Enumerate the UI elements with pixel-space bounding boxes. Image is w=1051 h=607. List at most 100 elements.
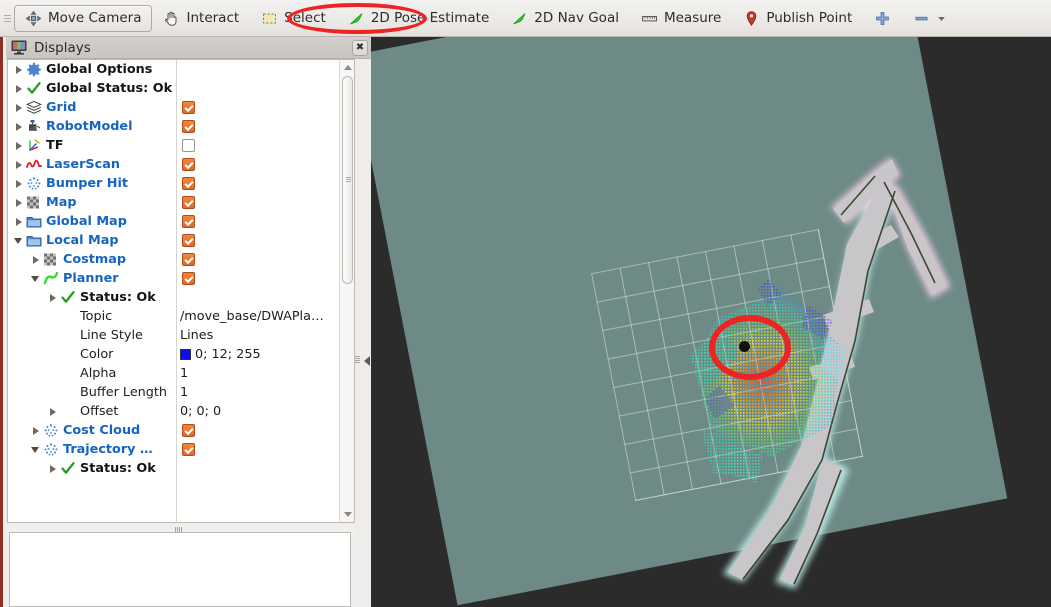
dock-splitter-grip[interactable] (355, 356, 360, 363)
expand-arrow-closed-icon[interactable] (14, 141, 23, 150)
3d-render-viewport[interactable] (371, 37, 1051, 607)
expand-arrow-closed-icon[interactable] (48, 293, 57, 302)
visibility-checkbox[interactable] (182, 424, 195, 437)
expand-arrow-closed-icon[interactable] (31, 255, 40, 264)
tree-row[interactable]: Offset 0; 0; 0 (8, 402, 341, 421)
tool-2d-nav-goal[interactable]: 2D Nav Goal (500, 5, 630, 32)
tree-vertical-scrollbar[interactable] (339, 60, 354, 522)
tree-row[interactable]: Alpha 1 (8, 364, 341, 383)
tree-row-value[interactable]: 1 (180, 366, 188, 381)
visibility-checkbox[interactable] (182, 196, 195, 209)
ruler-icon (641, 15, 657, 21)
tool-move-camera[interactable]: Move Camera (14, 4, 153, 32)
path-icon (43, 271, 59, 286)
expand-arrow-closed-icon[interactable] (14, 179, 23, 188)
tree-row[interactable]: Status: Ok (8, 288, 341, 307)
visibility-checkbox[interactable] (182, 120, 195, 133)
tool-2d-nav-goal-label: 2D Nav Goal (534, 10, 619, 26)
tree-row-label: Trajectory … (63, 442, 153, 457)
visibility-checkbox[interactable] (182, 158, 195, 171)
tree-row-label: Bumper Hit (46, 176, 129, 191)
tree-row-value[interactable]: /move_base/DWAPla… (180, 309, 324, 324)
tool-interact[interactable]: Interact (152, 5, 250, 32)
tree-row[interactable]: Trajectory … (8, 440, 341, 459)
tree-row[interactable]: RobotModel (8, 117, 341, 136)
visibility-checkbox[interactable] (182, 101, 195, 114)
tree-row[interactable]: Bumper Hit (8, 174, 341, 193)
visibility-checkbox[interactable] (182, 177, 195, 190)
expand-arrow-open-icon[interactable] (31, 274, 40, 283)
tool-measure[interactable]: Measure (630, 5, 732, 32)
tree-row[interactable]: Color 0; 12; 255 (8, 345, 341, 364)
tool-publish-point[interactable]: Publish Point (732, 5, 863, 32)
tree-row[interactable]: Costmap (8, 250, 341, 269)
tree-row[interactable]: Cost Cloud (8, 421, 341, 440)
displays-tree[interactable]: Global Options Global Status: Ok Grid Robot… (7, 59, 355, 523)
tool-measure-label: Measure (663, 10, 722, 26)
tree-row-value[interactable]: 0; 12; 255 (180, 347, 261, 362)
tree-row[interactable]: Map (8, 193, 341, 212)
expand-arrow-closed-icon[interactable] (14, 103, 23, 112)
tree-row[interactable]: Grid (8, 98, 341, 117)
expand-arrow-closed-icon[interactable] (48, 464, 57, 473)
move-camera-icon (25, 10, 42, 26)
tree-row-label: Global Map (46, 214, 127, 229)
visibility-checkbox[interactable] (182, 443, 195, 456)
tree-row-label: Alpha (80, 366, 117, 381)
visibility-checkbox[interactable] (182, 215, 195, 228)
tool-remove-tool-button[interactable] (902, 5, 958, 32)
tree-no-icon (60, 309, 76, 324)
visibility-checkbox[interactable] (182, 272, 195, 285)
scroll-up-arrow-icon[interactable] (341, 61, 354, 74)
tree-row[interactable]: Planner (8, 269, 341, 288)
visibility-checkbox[interactable] (182, 253, 195, 266)
expand-arrow-open-icon[interactable] (31, 445, 40, 454)
tree-row[interactable]: Topic/move_base/DWAPla… (8, 307, 341, 326)
pointcloud-icon (26, 176, 42, 191)
vertical-scrollbar-thumb[interactable] (342, 76, 353, 284)
scroll-down-arrow-icon[interactable] (341, 508, 354, 521)
tree-no-arrow (48, 312, 57, 321)
visibility-checkbox[interactable] (182, 234, 195, 247)
chevron-down-icon[interactable] (936, 13, 947, 24)
green-arrow-icon (513, 12, 526, 24)
tree-rows-container: Global Options Global Status: Ok Grid Robot… (8, 60, 341, 522)
tree-row-label: Topic (80, 309, 113, 324)
tree-no-arrow (48, 331, 57, 340)
tool-add-tool-button[interactable] (863, 5, 902, 32)
toolbar-drag-handle[interactable] (4, 7, 11, 29)
color-swatch[interactable] (180, 349, 191, 360)
tree-row-label: Map (46, 195, 77, 210)
visibility-checkbox[interactable] (182, 139, 195, 152)
tree-row[interactable]: Local Map (8, 231, 341, 250)
displays-monitor-icon (11, 40, 27, 55)
expand-arrow-open-icon[interactable] (14, 236, 23, 245)
expand-arrow-closed-icon[interactable] (14, 65, 23, 74)
tree-row[interactable]: Global Status: Ok (8, 79, 341, 98)
tree-row[interactable]: Global Map (8, 212, 341, 231)
expand-arrow-closed-icon[interactable] (14, 198, 23, 207)
tree-row[interactable]: Global Options (8, 60, 341, 79)
check-icon (60, 290, 76, 305)
tree-row-label: Status: Ok (80, 461, 156, 476)
expand-arrow-closed-icon[interactable] (14, 160, 23, 169)
map-pin-icon (747, 10, 757, 26)
tree-row-label: Cost Cloud (63, 423, 141, 438)
tree-row-value[interactable]: Lines (180, 328, 213, 343)
tree-row[interactable]: LaserScan (8, 155, 341, 174)
tree-row-value[interactable]: 0; 0; 0 (180, 404, 221, 419)
expand-arrow-closed-icon[interactable] (31, 426, 40, 435)
expand-arrow-closed-icon[interactable] (14, 122, 23, 131)
tree-row-value[interactable]: 1 (180, 385, 188, 400)
close-icon[interactable]: ✖ (352, 40, 368, 56)
tree-row-label: TF (46, 138, 64, 153)
tree-row[interactable]: Status: Ok (8, 459, 341, 478)
pointcloud-icon (43, 423, 59, 438)
expand-arrow-closed-icon[interactable] (14, 217, 23, 226)
expand-arrow-closed-icon[interactable] (48, 407, 57, 416)
tree-row[interactable]: Buffer Length 1 (8, 383, 341, 402)
tree-row[interactable]: Line Style Lines (8, 326, 341, 345)
expand-arrow-closed-icon[interactable] (14, 84, 23, 93)
tree-row[interactable]: TF (8, 136, 341, 155)
tree-row-label: Color (80, 347, 114, 362)
